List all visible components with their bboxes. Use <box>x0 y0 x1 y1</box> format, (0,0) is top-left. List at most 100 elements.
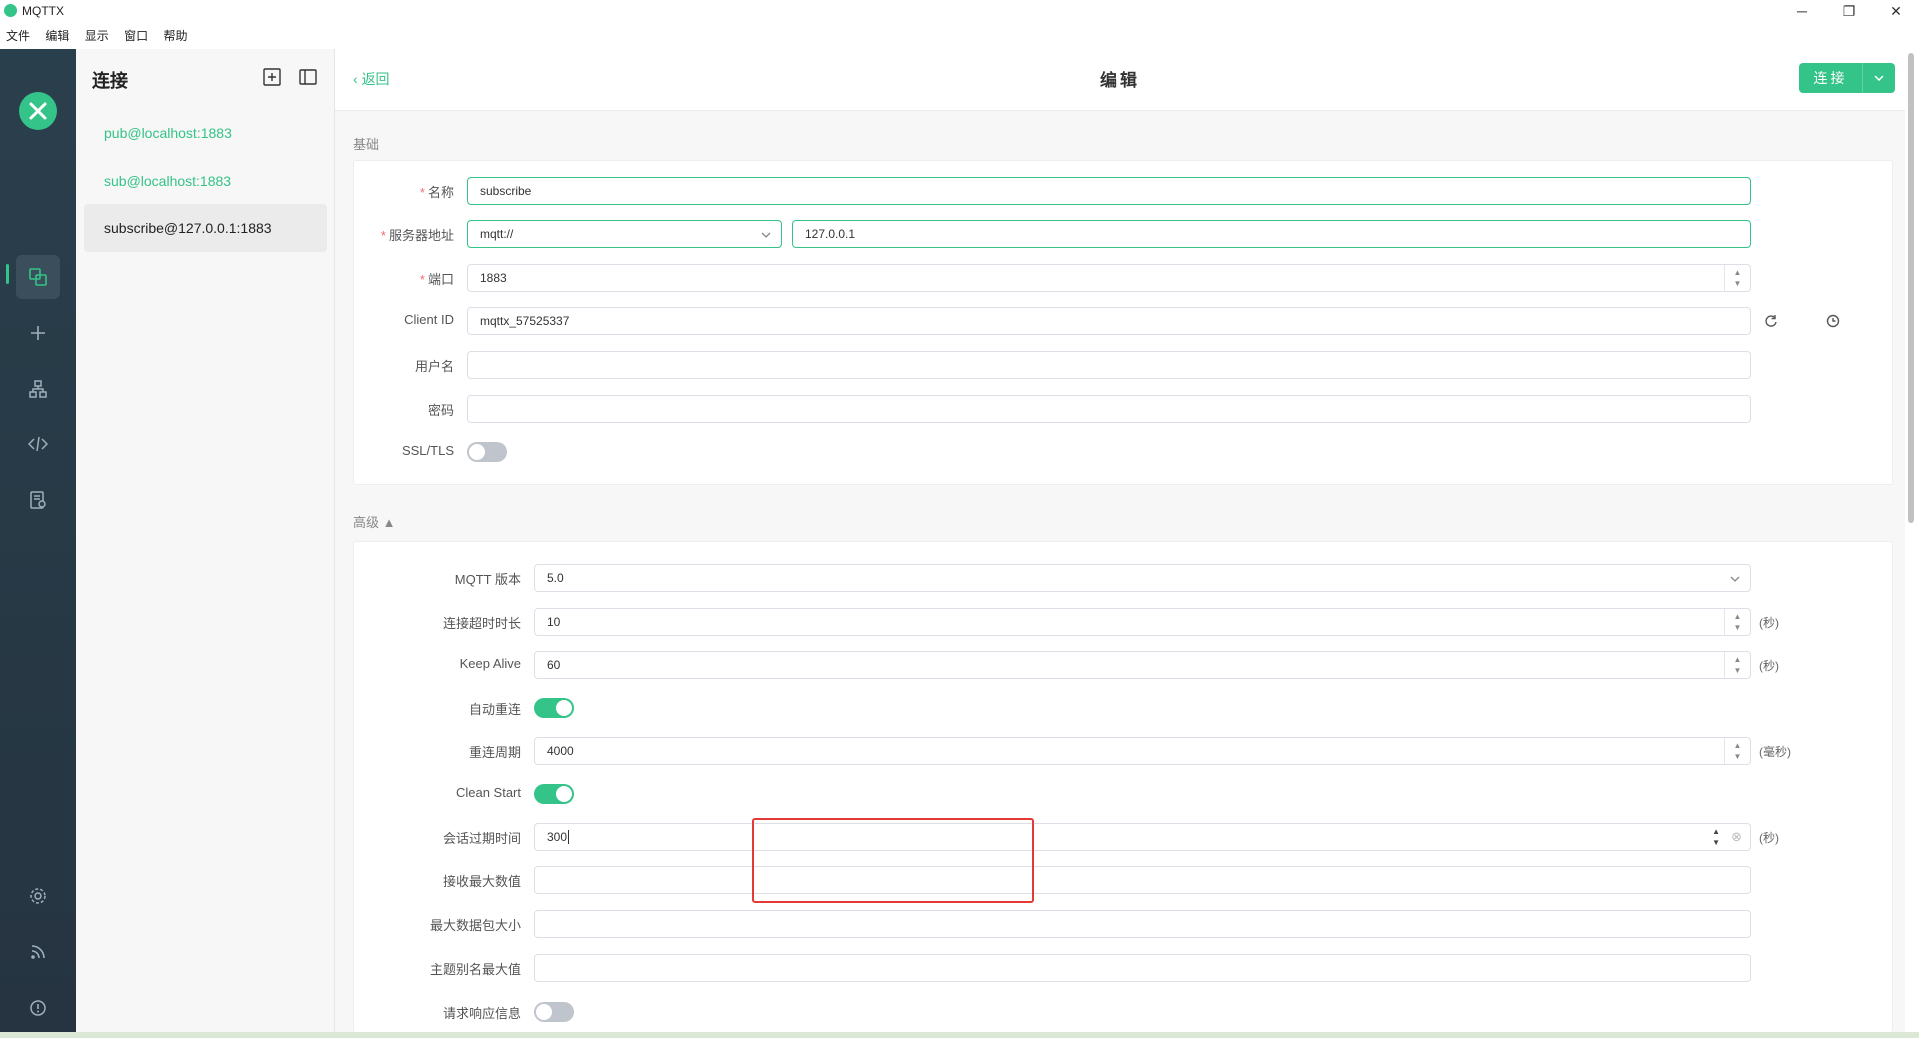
receive-max-label: 接收最大数值 <box>442 874 521 889</box>
menu-edit[interactable]: 编辑 <box>45 27 69 44</box>
session-stepper[interactable]: ▲ ▼ <box>1712 824 1720 848</box>
clean-start-label: Clean Start <box>455 785 521 800</box>
close-window-button[interactable]: ✕ <box>1884 2 1908 20</box>
milliseconds-unit: (毫秒) <box>1759 745 1791 759</box>
port-value: 1883 <box>480 271 507 285</box>
client-id-input[interactable]: mqttx_57525337 <box>467 307 1751 335</box>
about-nav-icon[interactable] <box>16 986 60 1030</box>
advanced-title-text: 高级 <box>353 515 380 530</box>
text-cursor <box>568 830 570 844</box>
topic-alias-input[interactable] <box>534 954 1751 982</box>
menu-view[interactable]: 显示 <box>85 27 109 44</box>
connection-item-sub[interactable]: sub@localhost:1883 <box>84 157 327 205</box>
seconds-unit: (秒) <box>1759 659 1779 673</box>
new-connection-icon[interactable] <box>262 67 282 87</box>
max-packet-input[interactable] <box>534 910 1751 938</box>
session-expiry-value: 300 <box>547 830 568 844</box>
topology-nav-icon[interactable] <box>16 367 60 411</box>
reconnect-period-label: 重连周期 <box>468 745 521 760</box>
connections-panel: 连接 pub@localhost:1883 sub@localhost:1883… <box>76 49 335 1032</box>
active-indicator <box>6 264 9 284</box>
menu-help[interactable]: 帮助 <box>163 27 187 44</box>
add-nav-icon[interactable] <box>16 311 60 355</box>
caret-up-icon: ▲ <box>382 515 396 530</box>
username-input[interactable] <box>467 351 1751 379</box>
keep-alive-value: 60 <box>547 658 561 672</box>
keep-alive-input[interactable]: 60 ▲ ▼ <box>534 651 1751 679</box>
title-bar: MQTTX ─ ❐ ✕ <box>0 0 1919 22</box>
name-label-text: 名称 <box>427 185 454 200</box>
client-id-label: Client ID <box>404 312 454 327</box>
refresh-icon[interactable] <box>1764 314 1778 333</box>
clean-start-toggle[interactable] <box>534 784 574 804</box>
reconnect-period-input[interactable]: 4000 ▲ ▼ <box>534 737 1751 765</box>
chevron-down-icon <box>1730 565 1740 591</box>
connections-nav-icon[interactable] <box>16 255 60 299</box>
minimize-button[interactable]: ─ <box>1790 2 1814 20</box>
required-mark: * <box>380 228 386 243</box>
name-input[interactable]: subscribe <box>467 177 1751 205</box>
port-input[interactable]: 1883 ▲ ▼ <box>467 264 1751 292</box>
timeout-stepper[interactable]: ▲ ▼ <box>1724 609 1750 635</box>
toggle-panel-icon[interactable] <box>298 67 318 87</box>
port-label-text: 端口 <box>427 272 454 287</box>
chevron-down-icon[interactable] <box>1862 63 1895 93</box>
keep-alive-stepper[interactable]: ▲ ▼ <box>1724 652 1750 678</box>
protocol-select[interactable]: mqtt:// <box>467 220 782 248</box>
basic-card: * 名称 subscribe * 服务器地址 mqtt:// 127.0.0.1 *… <box>353 160 1893 485</box>
seconds-unit: (秒) <box>1759 831 1779 845</box>
connect-button[interactable]: 连接 <box>1799 63 1895 93</box>
edit-view: ‹ 返回 编辑 连接 基础 * 名称 subscribe * 服务器地址 mqtt:… <box>335 49 1919 1032</box>
connect-timeout-input[interactable]: 10 ▲ ▼ <box>534 608 1751 636</box>
port-stepper[interactable]: ▲ ▼ <box>1724 265 1750 291</box>
reconnect-stepper[interactable]: ▲ ▼ <box>1724 738 1750 764</box>
clock-icon[interactable] <box>1826 314 1840 333</box>
reconnect-period-value: 4000 <box>547 744 574 758</box>
request-response-label: 请求响应信息 <box>442 1006 521 1021</box>
mqtt-version-value: 5.0 <box>547 571 564 585</box>
feed-nav-icon[interactable] <box>16 930 60 974</box>
chevron-down-icon <box>761 221 771 247</box>
password-input[interactable] <box>467 395 1751 423</box>
toggle-knob <box>556 700 572 716</box>
port-label: * 端口 <box>354 269 454 288</box>
connect-timeout-value: 10 <box>547 615 561 629</box>
menu-window[interactable]: 窗口 <box>124 27 148 44</box>
receive-max-input[interactable] <box>534 866 1751 894</box>
session-expiry-label: 会话过期时间 <box>442 831 521 846</box>
connection-item-pub[interactable]: pub@localhost:1883 <box>84 109 327 157</box>
basic-section-title: 基础 <box>353 137 380 152</box>
page-title: 编辑 <box>1100 71 1140 90</box>
password-label: 密码 <box>427 403 454 418</box>
request-response-toggle[interactable] <box>534 1002 574 1022</box>
keep-alive-label: Keep Alive <box>459 656 521 671</box>
host-input[interactable]: 127.0.0.1 <box>792 220 1751 248</box>
toggle-knob <box>556 786 572 802</box>
settings-nav-icon[interactable] <box>16 874 60 918</box>
max-packet-label: 最大数据包大小 <box>429 918 521 933</box>
maximize-button[interactable]: ❐ <box>1837 2 1861 20</box>
name-label: * 名称 <box>354 182 454 201</box>
menu-file[interactable]: 文件 <box>6 27 30 44</box>
clear-icon[interactable]: ⊗ <box>1731 824 1742 850</box>
connect-timeout-label: 连接超时时长 <box>442 616 521 631</box>
script-nav-icon[interactable] <box>16 422 60 466</box>
toggle-knob <box>469 444 485 460</box>
connection-item-subscribe[interactable]: subscribe@127.0.0.1:1883 <box>84 204 327 252</box>
connections-title: 连接 <box>92 71 128 91</box>
form-area: 基础 * 名称 subscribe * 服务器地址 mqtt:// 127.0.0.… <box>335 111 1905 1032</box>
mqtt-version-select[interactable]: 5.0 <box>534 564 1751 592</box>
host-label-text: 服务器地址 <box>388 228 454 243</box>
mqttx-logo-icon <box>19 92 57 130</box>
advanced-section-title[interactable]: 高级 ▲ <box>353 512 396 531</box>
ssl-toggle[interactable] <box>467 442 507 462</box>
scrollbar-thumb[interactable] <box>1908 53 1914 523</box>
log-nav-icon[interactable] <box>16 478 60 522</box>
required-mark: * <box>419 272 425 287</box>
menu-bar: 文件 编辑 显示 窗口 帮助 <box>0 27 193 45</box>
session-expiry-input[interactable]: 300 ▲ ▼ ⊗ <box>534 823 1751 851</box>
window-title: MQTTX <box>22 4 64 18</box>
bottom-strip <box>0 1032 1919 1038</box>
auto-reconnect-toggle[interactable] <box>534 698 574 718</box>
username-label: 用户名 <box>414 359 454 374</box>
